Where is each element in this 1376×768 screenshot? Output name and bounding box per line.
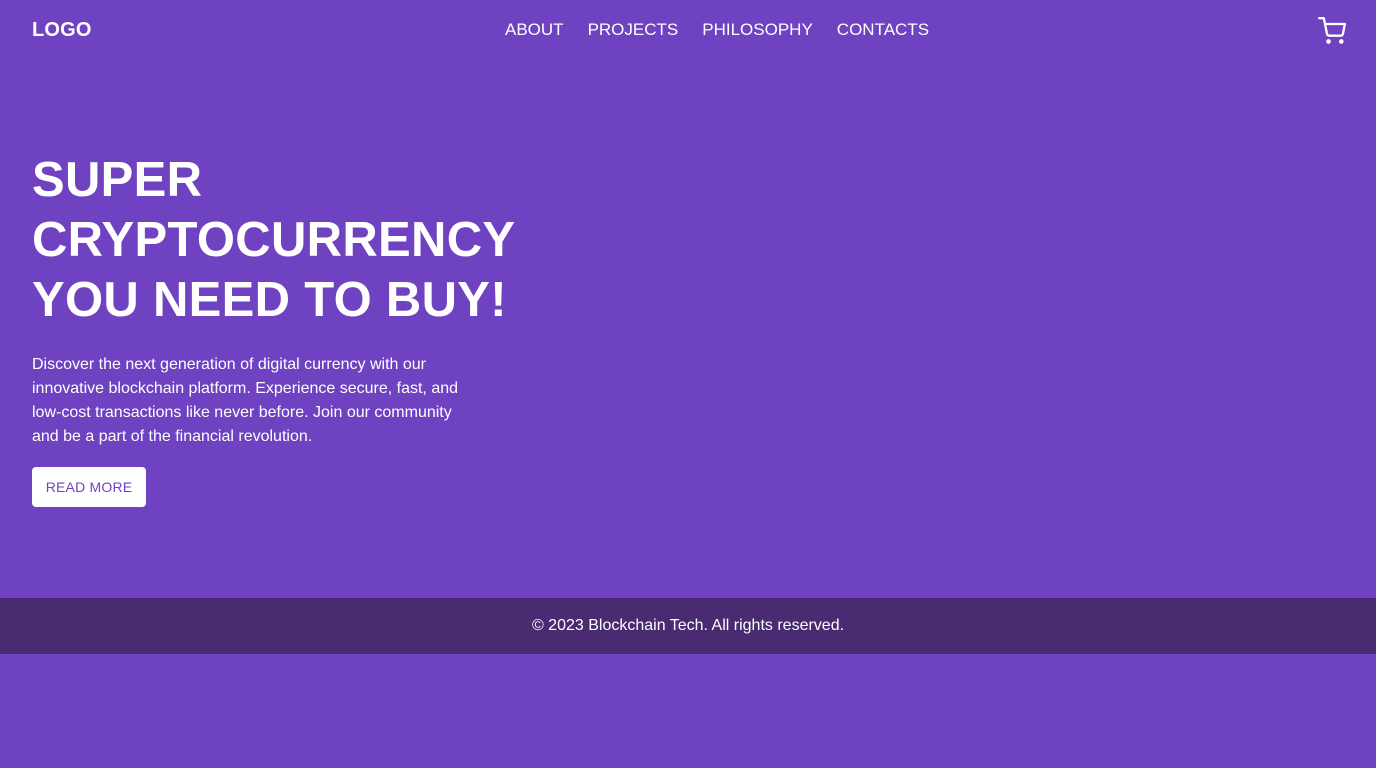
site-footer: © 2023 Blockchain Tech. All rights reser… xyxy=(0,598,1376,654)
read-more-button[interactable]: READ MORE xyxy=(32,467,146,507)
copyright-text: © 2023 Blockchain Tech. All rights reser… xyxy=(531,617,845,634)
hero-title-line-2: CRYPTOCURRENCY xyxy=(32,213,516,267)
main-nav: ABOUT PROJECTS PHILOSOPHY CONTACTS xyxy=(505,20,929,40)
nav-philosophy[interactable]: PHILOSOPHY xyxy=(702,20,813,40)
hero-title-line-3: YOU NEED TO BUY! xyxy=(32,273,507,327)
shopping-cart-icon xyxy=(1318,17,1346,44)
hero-title: SUPER CRYPTOCURRENCY YOU NEED TO BUY! xyxy=(32,150,552,330)
cart-button[interactable] xyxy=(1318,17,1346,45)
hero-title-line-1: SUPER xyxy=(32,153,203,207)
nav-contacts[interactable]: CONTACTS xyxy=(837,20,929,40)
nav-projects[interactable]: PROJECTS xyxy=(588,20,679,40)
hero-section: SUPER CRYPTOCURRENCY YOU NEED TO BUY! Di… xyxy=(32,150,552,449)
site-header: LOGO ABOUT PROJECTS PHILOSOPHY CONTACTS xyxy=(0,0,1376,60)
logo[interactable]: LOGO xyxy=(32,18,92,42)
nav-about[interactable]: ABOUT xyxy=(505,20,564,40)
hero-description: Discover the next generation of digital … xyxy=(32,356,459,445)
